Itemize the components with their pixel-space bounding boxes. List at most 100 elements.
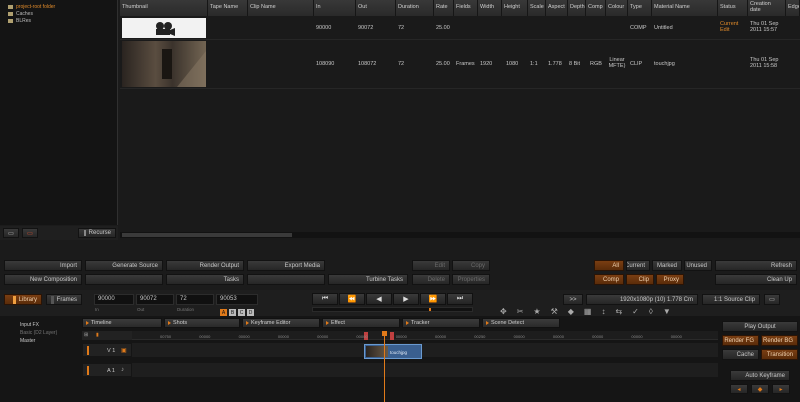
- track-header-v1[interactable]: V 1 ▣: [82, 343, 132, 357]
- media-browser-table[interactable]: Thumbnail Tape Name Clip Name In Out Dur…: [120, 0, 800, 240]
- cache-button[interactable]: Cache: [722, 349, 759, 360]
- horizontal-scrollbar[interactable]: [120, 232, 800, 238]
- down-icon[interactable]: ▼: [663, 307, 671, 316]
- library-button[interactable]: Library: [4, 294, 42, 305]
- filter-clip-button[interactable]: Clip: [626, 274, 654, 285]
- column-header[interactable]: Status: [718, 0, 748, 16]
- folder-tree[interactable]: project-root folder Caches BLRes: [0, 0, 118, 225]
- effect-item[interactable]: Master: [20, 338, 35, 344]
- turbine-tasks-button[interactable]: Turbine Tasks: [328, 274, 408, 285]
- new-folder-button[interactable]: ▭: [3, 228, 19, 238]
- empty-button[interactable]: [247, 274, 325, 285]
- delete-button[interactable]: Delete: [412, 274, 450, 285]
- tab-shots[interactable]: Shots: [164, 318, 240, 328]
- viewer-button[interactable]: ▭: [764, 294, 780, 305]
- tab-scene-detect[interactable]: Scene Detect: [482, 318, 560, 328]
- audio-track[interactable]: [132, 363, 718, 377]
- auto-keyframe-button[interactable]: Auto Keyframe: [730, 370, 790, 381]
- column-header[interactable]: In: [314, 0, 356, 16]
- effect-item[interactable]: Input FX: [20, 322, 39, 328]
- format-dropdown[interactable]: 1920x1080p (10) 1.778 Cm: [586, 294, 698, 305]
- column-header[interactable]: Creation date: [748, 0, 786, 16]
- column-header[interactable]: Clip Name: [248, 0, 314, 16]
- timeline-clip[interactable]: touchjpg: [364, 344, 422, 359]
- sync-icon[interactable]: ⇆: [615, 307, 622, 316]
- layer-badge[interactable]: B: [229, 309, 236, 316]
- empty-button[interactable]: [85, 274, 163, 285]
- source-clip-dropdown[interactable]: 1:1 Source Clip: [702, 294, 760, 305]
- duration-field[interactable]: 72: [176, 294, 214, 305]
- out-marker[interactable]: [390, 332, 394, 340]
- playhead[interactable]: [383, 331, 385, 402]
- keyframe-prev-button[interactable]: ◂: [730, 384, 748, 394]
- in-field[interactable]: 90000: [94, 294, 134, 305]
- column-header[interactable]: Material Name: [652, 0, 718, 16]
- zoom-icon[interactable]: ⊞: [84, 332, 88, 338]
- table-row[interactable]: 90000 90072 72 25.00 COMP Untitled Curre…: [120, 17, 800, 39]
- clean-up-button[interactable]: Clean Up: [715, 274, 797, 285]
- column-header[interactable]: Width: [478, 0, 502, 16]
- effects-list[interactable]: Input FX Basic (D2 Layer) Master: [4, 320, 80, 350]
- frames-button[interactable]: Frames: [46, 294, 82, 305]
- lock-icon[interactable]: ▮: [96, 332, 99, 338]
- layer-badge[interactable]: A: [220, 309, 227, 316]
- transition-button[interactable]: Transition: [761, 349, 798, 360]
- wrench-icon[interactable]: ⚒: [551, 307, 558, 316]
- column-header[interactable]: Thumbnail: [120, 0, 208, 16]
- keyframe-next-button[interactable]: ▸: [772, 384, 790, 394]
- grid-icon[interactable]: ▦: [584, 307, 592, 316]
- column-header[interactable]: Fields: [454, 0, 478, 16]
- tab-tracker[interactable]: Tracker: [402, 318, 480, 328]
- column-header[interactable]: Height: [502, 0, 528, 16]
- filter-comp-button[interactable]: Comp: [594, 274, 624, 285]
- track-enable-icon[interactable]: [87, 366, 89, 375]
- properties-button[interactable]: Properties: [452, 274, 490, 285]
- render-bg-button[interactable]: Render BG: [761, 335, 798, 346]
- render-output-button[interactable]: Render Output: [166, 260, 244, 271]
- video-track[interactable]: [132, 343, 718, 357]
- playhead-handle[interactable]: [381, 331, 387, 336]
- marker-icon[interactable]: ◆: [568, 307, 574, 316]
- table-row[interactable]: 108090 108072 72 25.00 Frames 1920 1080 …: [120, 40, 800, 88]
- column-header[interactable]: Colour: [606, 0, 628, 16]
- new-composition-button[interactable]: New Composition: [4, 274, 82, 285]
- play-reverse-button[interactable]: ◀: [366, 293, 392, 305]
- filter-unused-button[interactable]: Unused: [684, 260, 712, 271]
- layer-badge[interactable]: D: [247, 309, 254, 316]
- move-icon[interactable]: ✥: [500, 307, 507, 316]
- star-icon[interactable]: ★: [533, 307, 540, 316]
- filter-current-button[interactable]: Current: [626, 260, 650, 271]
- skip-start-button[interactable]: ⏮: [312, 293, 338, 305]
- render-fg-button[interactable]: Render FG: [722, 335, 759, 346]
- filter-marked-button[interactable]: Marked: [652, 260, 682, 271]
- keyframe-icon[interactable]: ◊: [649, 307, 653, 316]
- export-media-button[interactable]: Export Media: [247, 260, 325, 271]
- expand-button[interactable]: >>: [563, 294, 583, 305]
- tab-effect[interactable]: Effect: [322, 318, 400, 328]
- play-output-button[interactable]: Play Output: [722, 321, 798, 332]
- position-field[interactable]: 90053: [216, 294, 258, 305]
- video-monitor-icon[interactable]: ▣: [121, 347, 127, 354]
- column-header[interactable]: Edge: [786, 0, 800, 16]
- step-forward-button[interactable]: ⏩: [420, 293, 446, 305]
- jog-handle[interactable]: [429, 308, 431, 311]
- timeline-ruler[interactable]: [132, 331, 718, 340]
- ripple-icon[interactable]: ↕: [601, 307, 605, 316]
- generate-source-button[interactable]: Generate Source: [85, 260, 163, 271]
- layer-badge[interactable]: C: [238, 309, 245, 316]
- import-button[interactable]: Import: [4, 260, 82, 271]
- filter-proxy-button[interactable]: Proxy: [656, 274, 684, 285]
- column-header[interactable]: Type: [628, 0, 652, 16]
- column-header[interactable]: Depth: [568, 0, 586, 16]
- scrollbar-thumb[interactable]: [122, 233, 292, 237]
- delete-folder-button[interactable]: ▭: [22, 228, 38, 238]
- recurse-button[interactable]: Recurse: [78, 228, 116, 238]
- speaker-icon[interactable]: ♪: [121, 367, 124, 373]
- tree-item-root[interactable]: project-root folder: [8, 4, 55, 10]
- step-back-button[interactable]: ⏪: [339, 293, 365, 305]
- column-header[interactable]: Tape Name: [208, 0, 248, 16]
- copy-button[interactable]: Copy: [452, 260, 490, 271]
- edit-button[interactable]: Edit: [412, 260, 450, 271]
- column-header[interactable]: Comp: [586, 0, 606, 16]
- filter-all-button[interactable]: All: [594, 260, 624, 271]
